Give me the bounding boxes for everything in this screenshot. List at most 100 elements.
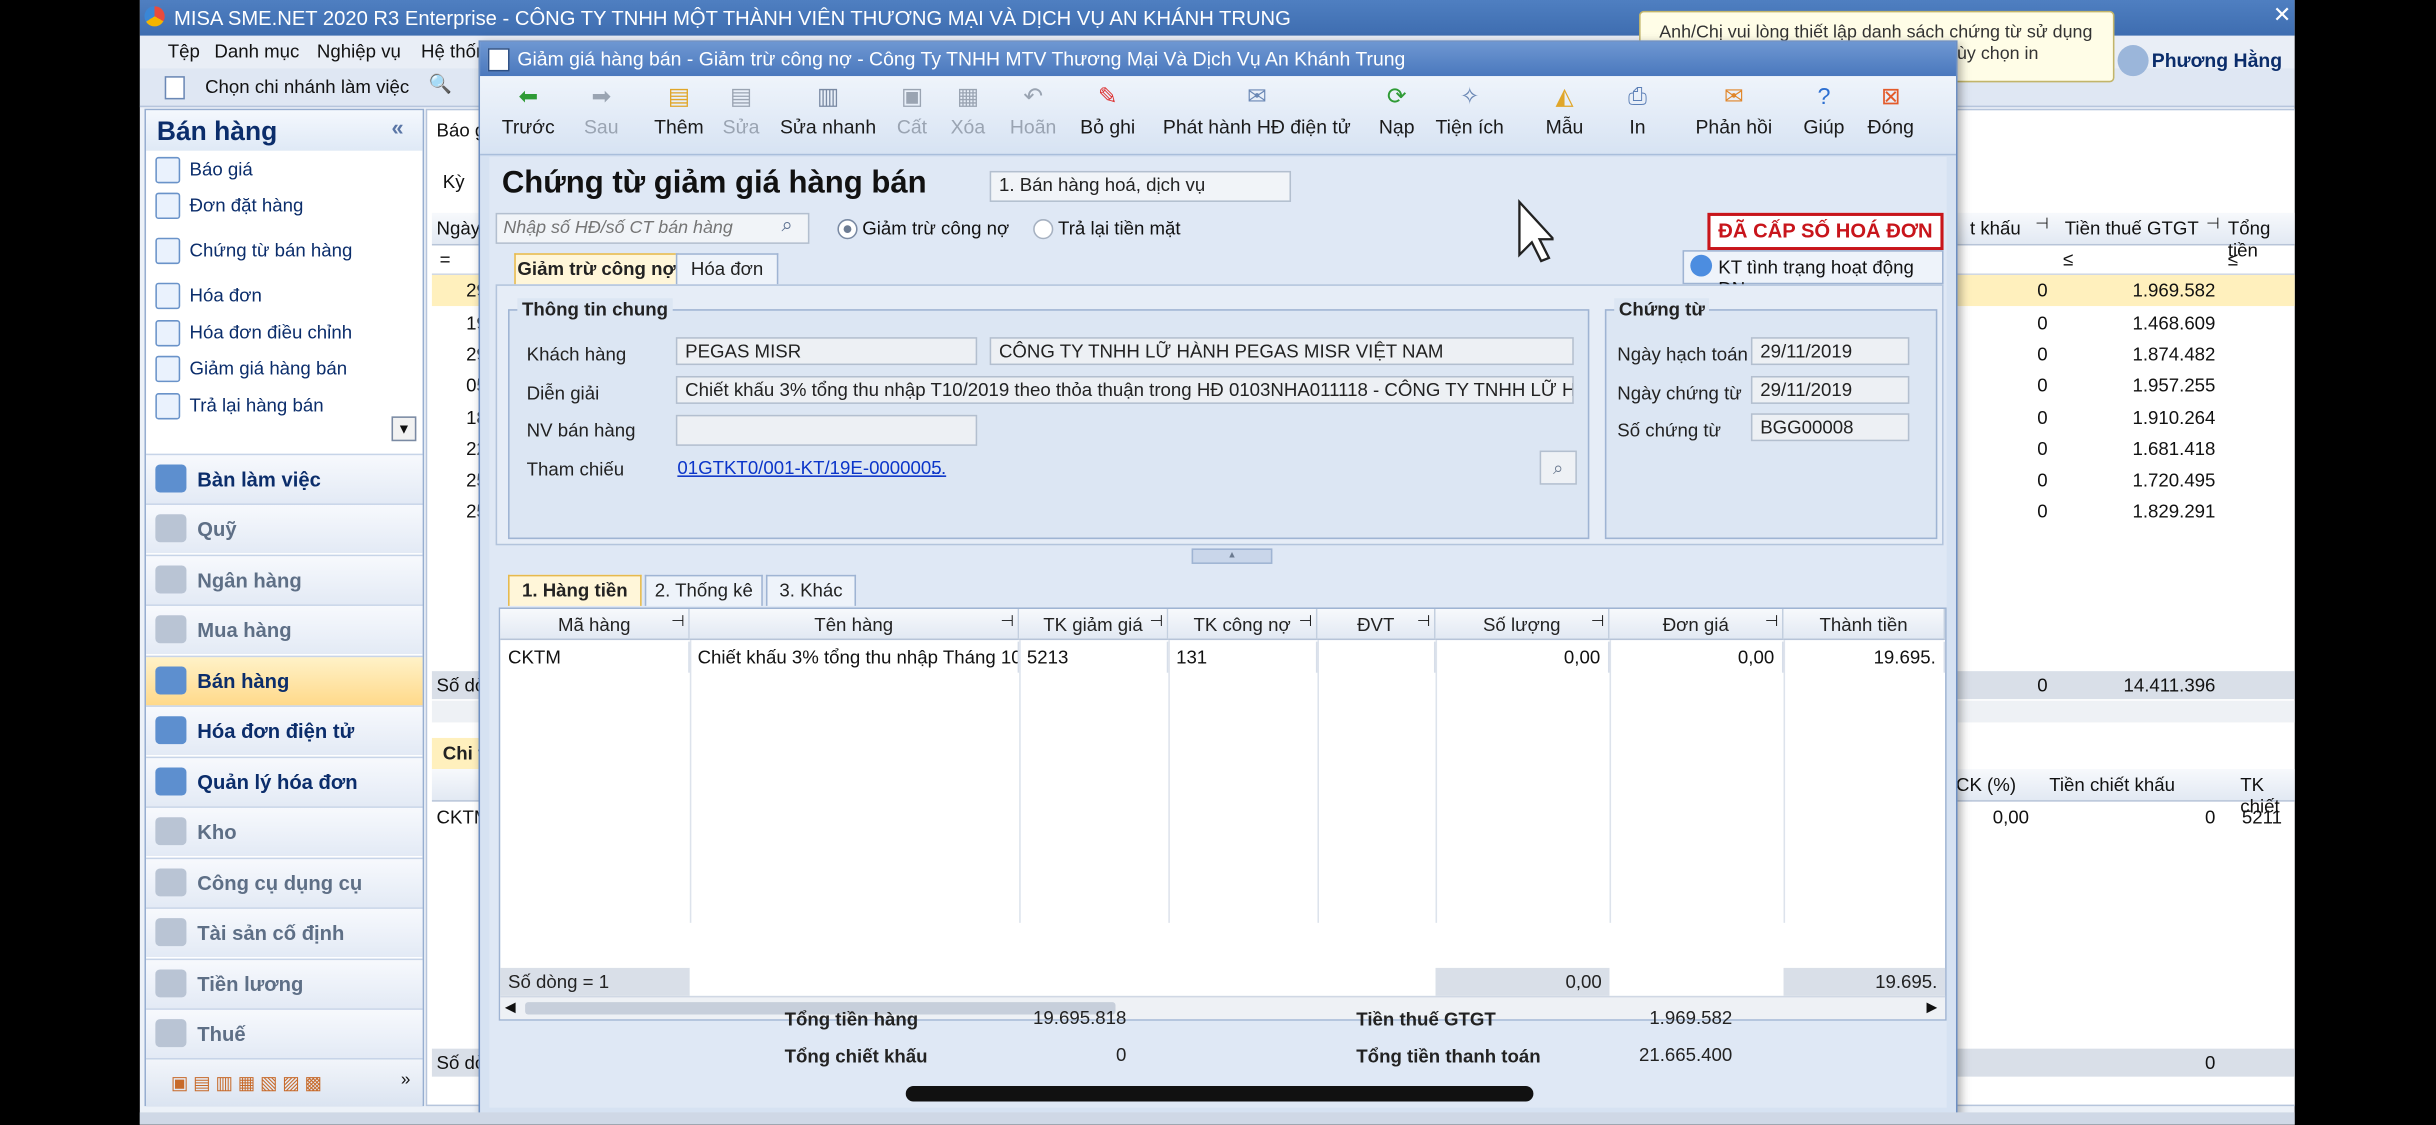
- tab-other[interactable]: 3. Khác: [765, 574, 857, 606]
- shortcut-icons[interactable]: ▣▤▥▦▧▨▩: [171, 1072, 327, 1094]
- reference-more-link[interactable]: ...: [931, 457, 947, 479]
- pin-icon[interactable]: ⊣: [1150, 614, 1164, 631]
- menu-file[interactable]: Tệp: [168, 40, 200, 62]
- sales-staff-field[interactable]: [675, 414, 978, 446]
- module-ban-lam-viec[interactable]: Bàn làm việc: [146, 453, 423, 504]
- radio-cash-refund[interactable]: [1033, 219, 1054, 240]
- close-button[interactable]: ⊠ Đóng: [1860, 82, 1922, 150]
- search-icon[interactable]: ⌕: [781, 213, 792, 238]
- filter-eq[interactable]: =: [440, 249, 451, 271]
- module-mua-hang[interactable]: Mua hàng: [146, 604, 423, 655]
- feedback-button[interactable]: ✉ Phản hồi: [1692, 82, 1776, 150]
- tab-debt-reduction[interactable]: Giảm trừ công nợ: [514, 253, 679, 285]
- module-tai-san-co-dinh[interactable]: Tài sản cố định: [146, 907, 423, 958]
- defer-button[interactable]: ↶ Hoãn: [1002, 82, 1064, 150]
- col-discount-account[interactable]: TK giảm giá: [1019, 609, 1169, 641]
- branch-select[interactable]: Chọn chi nhánh làm việc: [205, 76, 409, 98]
- detail-col-ck-amount[interactable]: Tiền chiết khấu: [2049, 774, 2175, 796]
- tab-statistics[interactable]: 2. Thống kê: [644, 574, 763, 606]
- posting-date-field[interactable]: 29/11/2019: [1750, 337, 1910, 366]
- next-button[interactable]: ➡ Sau: [570, 82, 632, 150]
- nav-link-don-dat-hang[interactable]: Đơn đặt hàng: [155, 190, 413, 221]
- collapse-handle[interactable]: ▲: [1191, 548, 1273, 564]
- col-item-code[interactable]: Mã hàng: [500, 609, 690, 641]
- search-icon[interactable]: 🔍: [429, 73, 452, 95]
- edit-button[interactable]: ▤ Sửa: [719, 82, 763, 150]
- col-item-name[interactable]: Tên hàng: [689, 609, 1020, 641]
- close-icon[interactable]: ✕: [2273, 2, 2291, 28]
- save-button[interactable]: ▣ Cất: [890, 82, 934, 150]
- col-amount[interactable]: Thành tiền: [1783, 609, 1946, 641]
- cell-discount-account[interactable]: 5213: [1019, 641, 1169, 673]
- quick-edit-button[interactable]: ▥ Sửa nhanh: [778, 82, 877, 150]
- template-button[interactable]: ◭ Mẫu: [1537, 82, 1593, 150]
- customer-name-field[interactable]: CÔNG TY TNHH LỮ HÀNH PEGAS MISR VIỆT NAM: [989, 337, 1574, 366]
- pin-icon[interactable]: ⊣: [1765, 614, 1779, 631]
- radio-cash-refund-label[interactable]: Trả lại tiền mặt: [1058, 218, 1181, 240]
- cell-item-code[interactable]: CKTM: [500, 641, 690, 673]
- more-icon[interactable]: »: [401, 1070, 411, 1089]
- col-debt-account[interactable]: TK công nợ: [1168, 609, 1318, 641]
- reference-search-icon[interactable]: ⌕: [1539, 450, 1577, 485]
- check-company-status-button[interactable]: KT tình trạng hoạt động DN: [1682, 250, 1944, 300]
- module-kho[interactable]: Kho: [146, 806, 423, 857]
- user-avatar[interactable]: [2117, 45, 2149, 77]
- col-chiet-khau[interactable]: t khấu: [1970, 218, 2021, 240]
- col-unit-price[interactable]: Đơn giá: [1609, 609, 1784, 641]
- voucher-type-select[interactable]: 1. Bán hàng hoá, dịch vụ: [989, 170, 1292, 202]
- cell-item-name[interactable]: Chiết khấu 3% tổng thu nhập Tháng 10/: [690, 641, 1020, 673]
- utilities-button[interactable]: ✧ Tiện ích: [1431, 82, 1509, 150]
- prev-button[interactable]: ⬅ Trước: [492, 82, 563, 150]
- radio-debt-reduction-label[interactable]: Giảm trừ công nợ: [862, 218, 1009, 240]
- col-tien-thue[interactable]: Tiền thuế GTGT: [2065, 218, 2199, 240]
- menu-operations[interactable]: Nghiệp vụ: [317, 40, 401, 62]
- col-quantity[interactable]: Số lượng: [1435, 609, 1610, 641]
- user-name[interactable]: Phương Hằng: [2152, 50, 2282, 72]
- delete-button[interactable]: ▦ Xóa: [943, 82, 993, 150]
- scroll-right-icon[interactable]: ▶: [1926, 999, 1937, 1016]
- voucher-no-field[interactable]: BGG00008: [1750, 413, 1910, 442]
- tab-invoice[interactable]: Hóa đơn: [675, 253, 779, 285]
- nav-link-chung-tu-ban-hang[interactable]: Chứng từ bán hàng: [155, 235, 413, 266]
- nav-link-hoa-don-dieu-chinh[interactable]: Hóa đơn điều chỉnh: [155, 317, 413, 348]
- menu-catalog[interactable]: Danh mục: [214, 40, 299, 62]
- cell-debt-account[interactable]: 131: [1168, 641, 1318, 673]
- nav-link-bao-gia[interactable]: Báo giá: [155, 154, 413, 185]
- radio-debt-reduction[interactable]: [837, 219, 858, 240]
- cell-amount[interactable]: 19.695.: [1784, 641, 1946, 673]
- filter-eq[interactable]: ≤: [2228, 249, 2238, 271]
- pin-icon[interactable]: ⊣: [671, 614, 685, 631]
- module-quan-ly-hoa-don[interactable]: Quản lý hóa đơn: [146, 756, 423, 807]
- voucher-date-field[interactable]: 29/11/2019: [1750, 375, 1910, 404]
- menu-system[interactable]: Hệ thốn: [421, 40, 486, 62]
- module-tien-luong[interactable]: Tiền lương: [146, 958, 423, 1009]
- module-ban-hang[interactable]: Bán hàng: [146, 655, 423, 706]
- nav-link-hoa-don[interactable]: Hóa đơn: [155, 280, 413, 311]
- filter-eq[interactable]: ≤: [2063, 249, 2073, 271]
- pin-icon[interactable]: ⊣: [1299, 614, 1313, 631]
- reference-link[interactable]: 01GTKT0/001-KT/19E-0000005: [677, 457, 941, 479]
- pin-icon[interactable]: ⊣: [1417, 614, 1431, 631]
- tab-goods-money[interactable]: 1. Hàng tiền: [508, 574, 642, 606]
- nav-link-giam-gia-hang-ban[interactable]: Giảm giá hàng bán: [155, 353, 413, 384]
- module-hoa-don-dien-tu[interactable]: Hóa đơn điện tử: [146, 705, 423, 756]
- cell-unit-price[interactable]: 0,00: [1610, 641, 1784, 673]
- unpost-button[interactable]: ✎ Bỏ ghi: [1074, 82, 1142, 150]
- print-button[interactable]: ⎙ In: [1614, 82, 1661, 150]
- collapse-icon[interactable]: «: [392, 115, 404, 140]
- pin-icon[interactable]: ⊣: [1001, 614, 1015, 631]
- description-field[interactable]: Chiết khấu 3% tổng thu nhập T10/2019 the…: [675, 375, 1574, 404]
- module-cong-cu-dung-cu[interactable]: Công cụ dụng cụ: [146, 857, 423, 908]
- issue-einvoice-button[interactable]: ✉ Phát hành HĐ điện tử: [1154, 82, 1359, 150]
- table-row[interactable]: CKTM Chiết khấu 3% tổng thu nhập Tháng 1…: [500, 641, 1946, 673]
- reload-button[interactable]: ⟳ Nạp: [1372, 82, 1422, 150]
- invoice-search-input[interactable]: [495, 212, 810, 244]
- add-button[interactable]: ▤ Thêm: [645, 82, 713, 150]
- scroll-left-icon[interactable]: ◀: [505, 999, 516, 1016]
- detail-col-ck-pct[interactable]: CK (%): [1956, 774, 2016, 796]
- col-ngay[interactable]: Ngày: [437, 218, 481, 240]
- pin-icon[interactable]: ⊣: [2035, 216, 2049, 233]
- customer-code-field[interactable]: PEGAS MISR: [675, 337, 978, 366]
- pin-icon[interactable]: ⊣: [2206, 216, 2220, 233]
- cell-unit[interactable]: [1317, 641, 1436, 673]
